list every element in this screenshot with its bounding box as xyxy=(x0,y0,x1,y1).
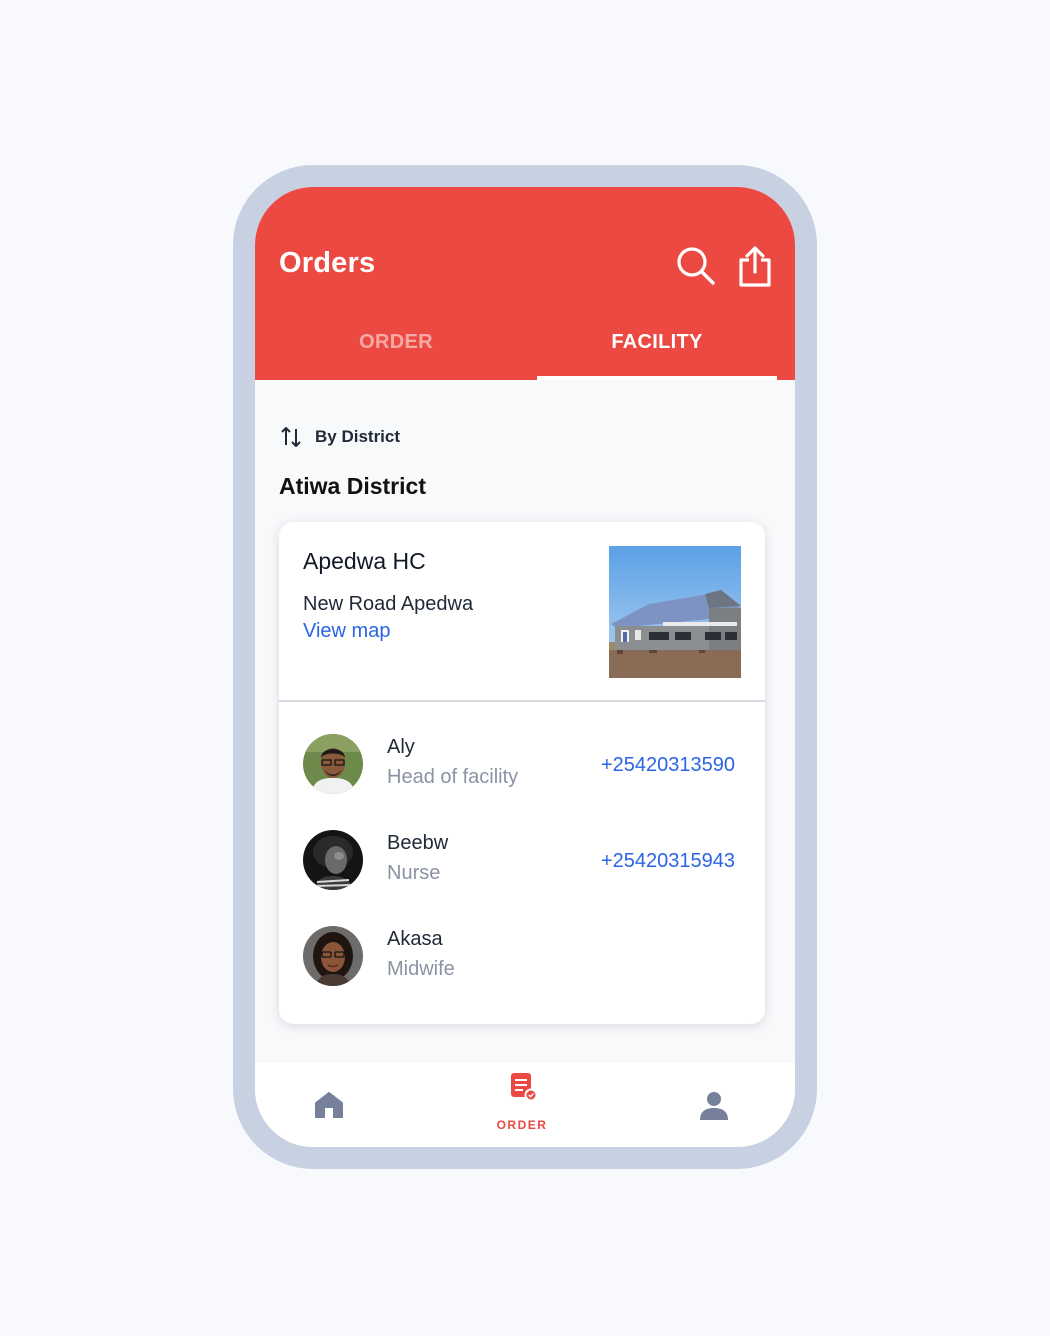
avatar xyxy=(303,830,363,890)
sort-arrows-icon xyxy=(281,427,301,447)
facility-photo xyxy=(609,546,741,678)
staff-name: Akasa xyxy=(387,928,443,950)
order-icon xyxy=(511,1073,537,1102)
staff-name: Aly xyxy=(387,736,415,758)
phone-link[interactable]: +25420313590 xyxy=(601,754,735,777)
card-divider xyxy=(279,700,765,702)
staff-row[interactable]: Aly Head of facility +25420313590 xyxy=(279,734,765,796)
staff-name: Beebw xyxy=(387,832,449,854)
facility-name: Apedwa HC xyxy=(303,548,426,574)
avatar xyxy=(303,926,363,986)
page-title: Orders xyxy=(279,247,376,279)
staff-row[interactable]: Akasa Midwife xyxy=(279,926,765,988)
tab-order[interactable]: ORDER xyxy=(276,331,516,354)
phone-frame: Orders ORDER FACILITY By District Atiwa … xyxy=(233,165,817,1169)
profile-icon xyxy=(700,1092,728,1120)
sort-label: By District xyxy=(315,427,401,446)
district-heading: Atiwa District xyxy=(279,473,426,499)
search-button[interactable] xyxy=(675,245,717,287)
home-icon xyxy=(315,1092,343,1118)
sort-by-district-button[interactable]: By District xyxy=(279,424,400,450)
nav-home[interactable] xyxy=(269,1063,389,1147)
active-tab-indicator xyxy=(537,376,777,380)
facility-card: Apedwa HC New Road Apedwa View map Aly H… xyxy=(279,522,765,1024)
nav-order[interactable]: ORDER xyxy=(462,1063,582,1147)
tab-facility[interactable]: FACILITY xyxy=(537,331,777,354)
share-button[interactable] xyxy=(735,245,775,289)
app-bar: Orders ORDER FACILITY xyxy=(255,187,795,380)
bottom-navigation: ORDER xyxy=(255,1063,795,1147)
facility-address: New Road Apedwa xyxy=(303,593,474,615)
nav-order-label: ORDER xyxy=(496,1118,548,1132)
nav-profile[interactable] xyxy=(655,1063,775,1147)
phone-link[interactable]: +25420315943 xyxy=(601,850,735,873)
share-icon xyxy=(739,246,771,287)
staff-row[interactable]: Beebw Nurse +25420315943 xyxy=(279,830,765,892)
avatar xyxy=(303,734,363,794)
search-icon xyxy=(677,247,715,285)
staff-role: Head of facility xyxy=(387,766,519,788)
staff-role: Midwife xyxy=(387,958,455,980)
app-screen: Orders ORDER FACILITY By District Atiwa … xyxy=(255,187,795,1147)
view-map-link[interactable]: View map xyxy=(303,620,390,643)
staff-role: Nurse xyxy=(387,862,441,884)
